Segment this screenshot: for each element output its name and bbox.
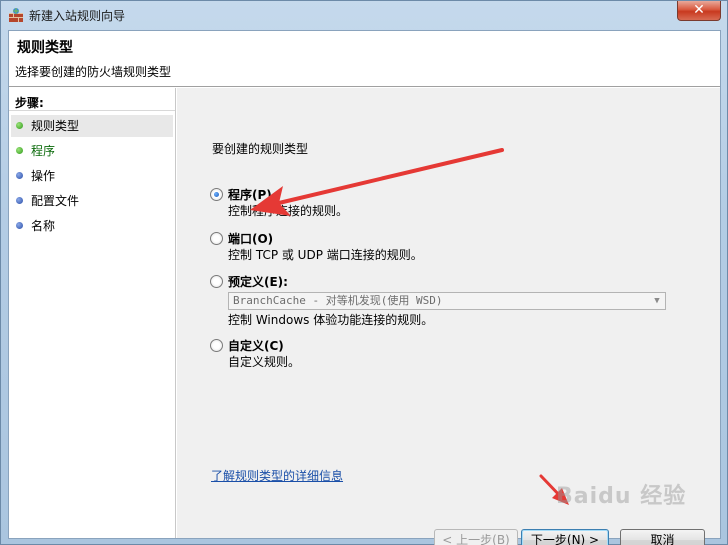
option-description: 控制程序连接的规则。 <box>228 204 349 218</box>
radio-program[interactable] <box>210 188 223 201</box>
close-icon: ✕ <box>693 2 705 18</box>
step-name[interactable]: 名称 <box>11 215 173 237</box>
step-program[interactable]: 程序 <box>11 140 173 162</box>
chevron-down-icon: ▼ <box>654 296 660 306</box>
option-label[interactable]: 端口(O) <box>228 230 273 247</box>
wizard-client: 规则类型 选择要创建的防火墙规则类型 步骤: 规则类型 程序 操作 配置文件 名… <box>8 30 721 545</box>
step-status-dot <box>16 222 23 229</box>
back-button[interactable]: < 上一步(B) <box>434 529 518 545</box>
wizard-header: 规则类型 选择要创建的防火墙规则类型 <box>9 31 720 87</box>
wizard-window: 新建入站规则向导 ✕ 规则类型 选择要创建的防火墙规则类型 步骤: 规则类型 程… <box>0 0 728 545</box>
steps-heading: 步骤: <box>15 96 44 110</box>
step-action[interactable]: 操作 <box>11 165 173 187</box>
step-rule-type[interactable]: 规则类型 <box>11 115 173 137</box>
watermark: Baidu 经验 <box>556 484 687 509</box>
step-status-dot <box>16 147 23 154</box>
radio-port[interactable] <box>210 232 223 245</box>
option-label[interactable]: 程序(P) <box>228 186 272 203</box>
content-pane: 要创建的规则类型 程序(P) 控制程序连接的规则。 端口(O) 控制 TCP 或… <box>177 88 720 545</box>
close-button[interactable]: ✕ <box>677 1 721 21</box>
predefined-select-value: BranchCache - 对等机发现(使用 WSD) <box>233 294 443 307</box>
cancel-button[interactable]: 取消 <box>620 529 705 545</box>
step-status-dot <box>16 172 23 179</box>
rule-type-question: 要创建的规则类型 <box>212 142 309 156</box>
window-title: 新建入站规则向导 <box>29 9 126 23</box>
learn-more-link[interactable]: 了解规则类型的详细信息 <box>211 467 343 484</box>
step-profile[interactable]: 配置文件 <box>11 190 173 212</box>
step-status-dot <box>16 122 23 129</box>
next-button[interactable]: 下一步(N) > <box>521 529 609 545</box>
step-label: 规则类型 <box>31 119 80 133</box>
title-bar[interactable]: 新建入站规则向导 ✕ <box>1 1 727 29</box>
step-status-dot <box>16 197 23 204</box>
step-label: 操作 <box>31 169 56 183</box>
firewall-icon <box>9 8 23 22</box>
option-description: 控制 TCP 或 UDP 端口连接的规则。 <box>228 248 423 262</box>
steps-pane: 步骤: 规则类型 程序 操作 配置文件 名称 <box>9 88 176 538</box>
step-label: 程序 <box>31 144 56 158</box>
step-label: 名称 <box>31 219 56 233</box>
page-title: 规则类型 <box>17 40 73 56</box>
option-description: 控制 Windows 体验功能连接的规则。 <box>228 313 434 327</box>
page-subtitle: 选择要创建的防火墙规则类型 <box>15 65 172 79</box>
radio-custom[interactable] <box>210 339 223 352</box>
predefined-select: BranchCache - 对等机发现(使用 WSD) ▼ <box>228 292 666 310</box>
step-label: 配置文件 <box>31 194 80 208</box>
option-label[interactable]: 预定义(E): <box>228 273 288 290</box>
steps-divider <box>9 110 175 111</box>
option-description: 自定义规则。 <box>228 355 301 369</box>
radio-predefined[interactable] <box>210 275 223 288</box>
option-label[interactable]: 自定义(C) <box>228 337 284 354</box>
